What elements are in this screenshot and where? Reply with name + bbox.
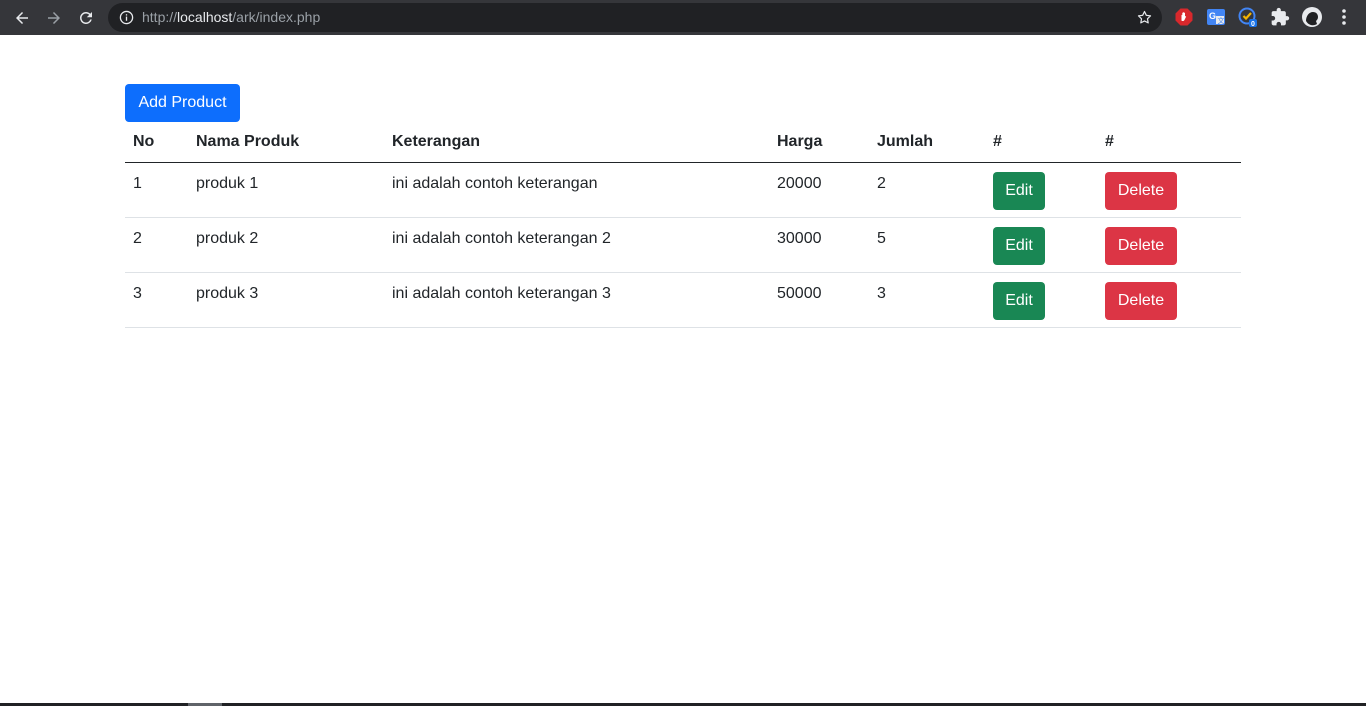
cell-keterangan: ini adalah contoh keterangan 2 — [384, 217, 769, 273]
cell-edit: Edit — [985, 272, 1097, 328]
url-path: /ark/index.php — [232, 9, 321, 25]
cell-delete: Delete — [1097, 162, 1241, 218]
table-row: 1 produk 1 ini adalah contoh keterangan … — [125, 162, 1241, 218]
cell-nama: produk 3 — [188, 272, 384, 328]
puzzle-extensions-icon[interactable] — [1270, 7, 1290, 27]
table-row: 2 produk 2 ini adalah contoh keterangan … — [125, 217, 1241, 273]
profile-avatar-icon[interactable] — [1302, 7, 1322, 27]
edit-button[interactable]: Edit — [993, 281, 1045, 320]
cell-jumlah: 5 — [869, 217, 985, 273]
svg-text:G: G — [1209, 11, 1216, 21]
address-bar[interactable]: http://localhost/ark/index.php — [108, 3, 1162, 32]
delete-button[interactable]: Delete — [1105, 226, 1177, 265]
svg-text:文: 文 — [1218, 16, 1225, 25]
info-icon[interactable] — [119, 10, 134, 25]
cell-no: 3 — [125, 272, 188, 328]
edit-button[interactable]: Edit — [993, 171, 1045, 210]
cell-harga: 30000 — [769, 217, 869, 273]
url-scheme: http:// — [142, 9, 178, 25]
cell-harga: 50000 — [769, 272, 869, 328]
browser-menu-icon[interactable] — [1334, 7, 1354, 27]
adblock-extension-icon[interactable] — [1174, 7, 1194, 27]
cell-harga: 20000 — [769, 162, 869, 218]
cell-nama: produk 2 — [188, 217, 384, 273]
browser-toolbar: http://localhost/ark/index.php G文 0 — [0, 0, 1366, 35]
header-delete-action: # — [1097, 122, 1241, 163]
forward-button[interactable] — [40, 4, 68, 32]
translate-extension-icon[interactable]: G文 — [1206, 7, 1226, 27]
svg-text:0: 0 — [1251, 21, 1255, 27]
task-check-extension-icon[interactable]: 0 — [1238, 7, 1258, 27]
cell-keterangan: ini adalah contoh keterangan 3 — [384, 272, 769, 328]
cell-delete: Delete — [1097, 272, 1241, 328]
add-product-button[interactable]: Add Product — [125, 84, 240, 122]
back-button[interactable] — [8, 4, 36, 32]
delete-button[interactable]: Delete — [1105, 171, 1177, 210]
arrow-left-icon — [16, 12, 28, 24]
edit-button[interactable]: Edit — [993, 226, 1045, 265]
reload-button[interactable] — [72, 4, 100, 32]
table-row: 3 produk 3 ini adalah contoh keterangan … — [125, 272, 1241, 328]
header-keterangan: Keterangan — [384, 122, 769, 163]
header-harga: Harga — [769, 122, 869, 163]
header-edit-action: # — [985, 122, 1097, 163]
header-jumlah: Jumlah — [869, 122, 985, 163]
reload-icon — [79, 11, 92, 24]
url-text[interactable]: http://localhost/ark/index.php — [142, 9, 320, 25]
cell-edit: Edit — [985, 162, 1097, 218]
table-header-row: No Nama Produk Keterangan Harga Jumlah #… — [125, 122, 1241, 163]
url-host: localhost — [177, 9, 233, 25]
cell-jumlah: 2 — [869, 162, 985, 218]
cell-delete: Delete — [1097, 217, 1241, 273]
bookmark-star-icon[interactable] — [1136, 9, 1153, 26]
cell-keterangan: ini adalah contoh keterangan — [384, 162, 769, 218]
cell-jumlah: 3 — [869, 272, 985, 328]
product-table: No Nama Produk Keterangan Harga Jumlah #… — [125, 122, 1241, 328]
arrow-right-icon — [48, 12, 60, 24]
cell-edit: Edit — [985, 217, 1097, 273]
header-no: No — [125, 122, 188, 163]
cell-nama: produk 1 — [188, 162, 384, 218]
header-nama-produk: Nama Produk — [188, 122, 384, 163]
delete-button[interactable]: Delete — [1105, 281, 1177, 320]
cell-no: 1 — [125, 162, 188, 218]
cell-no: 2 — [125, 217, 188, 273]
